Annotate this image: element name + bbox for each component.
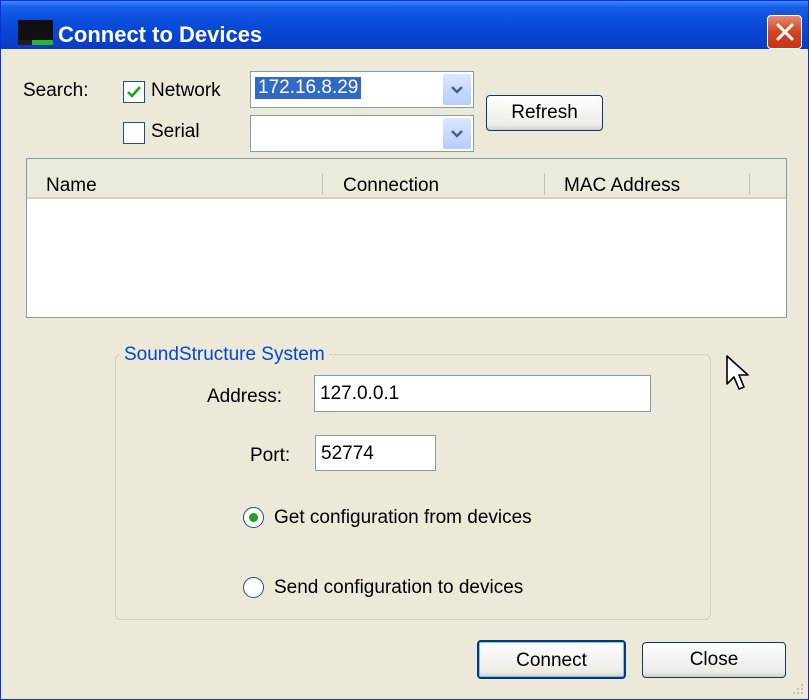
connect-to-devices-dialog: Connect to Devices Search: Network 172.1… [0, 0, 809, 700]
app-icon [18, 20, 53, 45]
window-close-button[interactable] [767, 15, 802, 49]
title-bar[interactable]: Connect to Devices [1, 1, 808, 49]
close-button[interactable]: Close [642, 642, 786, 678]
column-header-name[interactable]: Name [46, 175, 97, 197]
chevron-down-icon [451, 85, 463, 94]
serial-port-combo[interactable] [250, 115, 474, 152]
get-config-radio[interactable] [243, 507, 264, 528]
column-divider[interactable] [322, 173, 323, 195]
serial-combo-dropdown-button[interactable] [443, 118, 471, 149]
refresh-button[interactable]: Refresh [486, 95, 603, 131]
devices-list-header: Name Connection MAC Address [27, 159, 786, 199]
network-address-combo[interactable]: 172.16.8.29 [250, 71, 474, 108]
address-label: Address: [207, 386, 282, 407]
column-divider[interactable] [749, 173, 750, 195]
port-label: Port: [250, 445, 291, 466]
column-divider[interactable] [544, 173, 545, 195]
column-header-connection[interactable]: Connection [343, 175, 439, 197]
port-input[interactable]: 52774 [315, 435, 436, 471]
search-label: Search: [23, 80, 89, 101]
address-input[interactable]: 127.0.0.1 [314, 375, 651, 412]
serial-label[interactable]: Serial [151, 121, 200, 143]
get-config-label[interactable]: Get configuration from devices [274, 507, 532, 529]
network-checkbox[interactable] [123, 81, 145, 103]
send-config-radio[interactable] [243, 577, 264, 598]
resize-grip-icon[interactable] [790, 681, 804, 695]
devices-list[interactable]: Name Connection MAC Address [26, 158, 787, 318]
chevron-down-icon [451, 129, 463, 138]
column-header-mac-address[interactable]: MAC Address [564, 175, 680, 197]
checkmark-icon [127, 86, 141, 98]
radio-selected-dot [249, 513, 258, 522]
send-config-label[interactable]: Send configuration to devices [274, 577, 523, 599]
serial-checkbox[interactable] [123, 122, 145, 144]
network-label[interactable]: Network [151, 80, 221, 102]
network-address-value: 172.16.8.29 [255, 77, 362, 99]
connect-button[interactable]: Connect [477, 640, 626, 679]
network-combo-dropdown-button[interactable] [443, 74, 471, 105]
soundstructure-system-legend: SoundStructure System [120, 344, 329, 366]
window-title: Connect to Devices [58, 22, 263, 47]
mouse-cursor-icon [726, 355, 749, 390]
close-icon [776, 23, 793, 41]
